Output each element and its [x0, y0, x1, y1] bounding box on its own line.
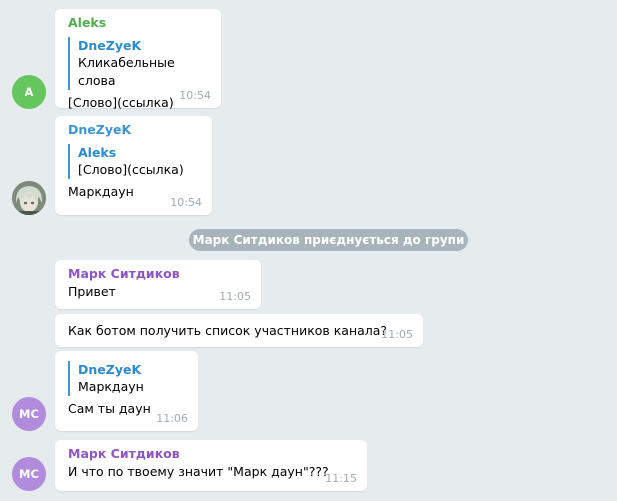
message-time: 10:54 — [170, 196, 202, 209]
sender-name[interactable]: Марк Ситдиков — [68, 266, 249, 282]
service-message: Марк Ситдиков приєднується до групи — [189, 229, 468, 251]
reply-quote[interactable]: DneZyeK Кликабельные слова — [68, 37, 209, 90]
reply-author: DneZyeK — [78, 38, 142, 53]
message-bubble[interactable]: Aleks DneZyeK Кликабельные слова [Слово]… — [55, 9, 221, 110]
message-time: 11:05 — [219, 290, 251, 303]
sender-name[interactable]: Aleks — [68, 15, 209, 31]
sender-name[interactable]: Марк Ситдиков — [68, 446, 355, 462]
sender-name[interactable]: DneZyeK — [68, 122, 200, 138]
message-time: 11:05 — [381, 328, 413, 341]
message-bubble[interactable]: DneZyeK Маркдаун Сам ты даун 11:06 — [55, 351, 198, 431]
reply-text: Кликабельные слова — [78, 55, 175, 88]
avatar[interactable] — [12, 181, 46, 215]
message-bubble[interactable]: Марк Ситдиков И что по твоему значит "Ма… — [55, 440, 367, 491]
message-bubble[interactable]: Как ботом получить список участников кан… — [55, 314, 423, 347]
message-bubble[interactable]: DneZyeK Aleks [Слово](ссылка) Маркдаун 1… — [55, 116, 212, 215]
message-time: 10:54 — [179, 89, 211, 102]
avatar[interactable]: МС — [12, 397, 46, 431]
anime-character-avatar-icon — [12, 181, 46, 215]
message-time: 11:06 — [156, 412, 188, 425]
reply-text: Маркдаун — [78, 379, 144, 394]
reply-author: Aleks — [78, 145, 117, 160]
message-text: Как ботом получить список участников кан… — [68, 323, 388, 338]
reply-text: [Слово](ссылка) — [78, 162, 184, 177]
reply-quote[interactable]: Aleks [Слово](ссылка) — [68, 144, 200, 179]
avatar[interactable]: A — [12, 75, 46, 109]
message-time: 11:15 — [325, 472, 357, 485]
message-bubble[interactable]: Марк Ситдиков Привет 11:05 — [55, 260, 261, 309]
reply-quote[interactable]: DneZyeK Маркдаун — [68, 361, 186, 396]
reply-author: DneZyeK — [78, 362, 142, 377]
message-text: И что по твоему значит "Марк даун"??? — [68, 464, 329, 479]
avatar[interactable]: МС — [12, 457, 46, 491]
